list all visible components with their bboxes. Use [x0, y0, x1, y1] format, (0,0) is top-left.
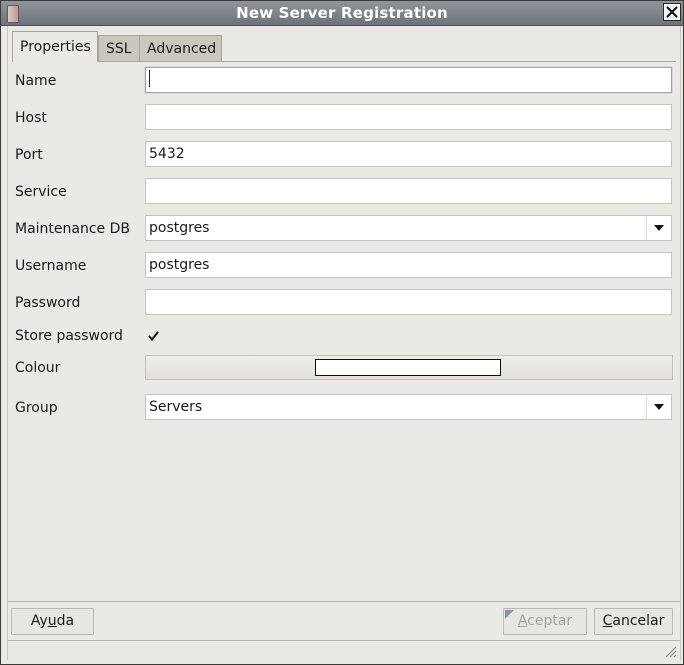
- store-password-checkbox[interactable]: [147, 330, 160, 343]
- help-label-post: da: [56, 613, 75, 629]
- accept-button[interactable]: Aceptar: [503, 608, 587, 635]
- resize-grip-icon[interactable]: [663, 644, 677, 658]
- group-label: Group: [15, 400, 58, 416]
- host-label: Host: [15, 110, 47, 126]
- group-combo[interactable]: Servers: [145, 394, 672, 420]
- colour-label: Colour: [15, 360, 61, 376]
- cancel-label-post: ancelar: [612, 613, 665, 629]
- maintenance-db-value: postgres: [149, 220, 210, 236]
- host-input[interactable]: [145, 104, 672, 130]
- port-label: Port: [15, 147, 43, 163]
- close-icon: [666, 6, 678, 18]
- name-input[interactable]: [144, 66, 673, 94]
- chevron-down-icon[interactable]: [646, 216, 671, 240]
- accept-label-mnemonic: A: [517, 613, 528, 629]
- tab-advanced[interactable]: Advanced: [139, 35, 222, 61]
- group-value: Servers: [149, 399, 203, 415]
- help-label-pre: Ay: [30, 613, 48, 629]
- tab-properties[interactable]: Properties: [12, 31, 98, 62]
- tab-ssl[interactable]: SSL: [98, 35, 140, 61]
- service-input[interactable]: [145, 178, 672, 204]
- port-input[interactable]: 5432: [145, 141, 672, 167]
- dialog-content: Properties SSL Advanced Name Host Port 5…: [7, 26, 681, 660]
- colour-picker-button[interactable]: [145, 355, 673, 380]
- username-label: Username: [15, 258, 87, 274]
- username-input[interactable]: postgres: [145, 252, 672, 278]
- status-bar: [8, 640, 680, 661]
- button-area-separator: [8, 601, 680, 602]
- close-button[interactable]: [663, 3, 681, 21]
- service-label: Service: [15, 184, 67, 200]
- maintenance-db-combo[interactable]: postgres: [145, 215, 672, 241]
- checkmark-icon: [148, 329, 159, 345]
- title-bar[interactable]: New Server Registration: [1, 1, 683, 26]
- focus-corner-marker: [505, 610, 514, 619]
- store-password-label: Store password: [15, 328, 123, 344]
- window-title: New Server Registration: [236, 4, 448, 22]
- name-label: Name: [15, 73, 57, 89]
- cancel-button[interactable]: Cancelar: [594, 608, 673, 635]
- help-button[interactable]: Ayuda: [11, 608, 94, 635]
- tab-panel-border: [12, 61, 676, 62]
- password-input[interactable]: [145, 289, 672, 315]
- maintenance-db-label: Maintenance DB: [15, 221, 130, 237]
- accept-label-post: ceptar: [527, 613, 573, 629]
- dialog-window: New Server Registration Properties SSL A…: [0, 0, 684, 665]
- cancel-label-mnemonic: C: [602, 613, 613, 629]
- help-label-mnemonic: u: [47, 613, 57, 629]
- password-label: Password: [15, 295, 81, 311]
- colour-swatch: [315, 359, 501, 376]
- text-caret: [149, 70, 150, 87]
- chevron-down-icon[interactable]: [646, 395, 671, 419]
